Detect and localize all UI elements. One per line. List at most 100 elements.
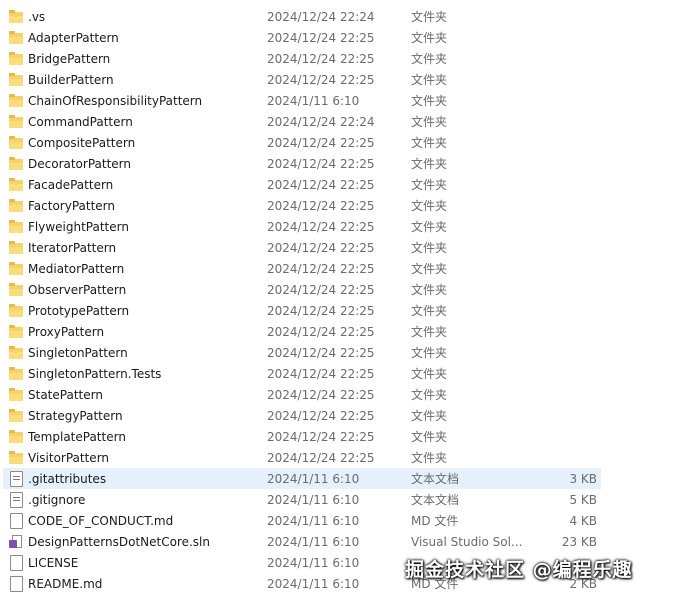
file-row[interactable]: AdapterPattern 2024/12/24 22:25 文件夹 — [3, 27, 601, 48]
file-name: CompositePattern — [28, 135, 136, 150]
file-type: 文件夹 — [411, 220, 448, 234]
file-date-modified: 2024/12/24 22:25 — [267, 303, 375, 318]
file-name: BridgePattern — [28, 51, 111, 66]
file-icon — [8, 513, 24, 529]
file-date-modified: 2024/12/24 22:25 — [267, 345, 375, 360]
file-row[interactable]: .gitattributes 2024/1/11 6:10 文本文档 3 KB — [3, 468, 601, 489]
folder-icon — [8, 156, 24, 171]
file-type: 文件夹 — [411, 430, 448, 444]
file-date-modified: 2024/12/24 22:25 — [267, 366, 375, 381]
folder-icon — [8, 30, 24, 45]
watermark: 掘金技术社区 @编程乐趣 — [405, 559, 633, 581]
file-row[interactable]: MediatorPattern 2024/12/24 22:25 文件夹 — [3, 258, 601, 279]
file-type: 文件夹 — [411, 346, 448, 360]
file-date-modified: 2024/12/24 22:24 — [267, 114, 375, 129]
file-list: .vs 2024/12/24 22:24 文件夹 AdapterPattern 2024… — [0, 6, 689, 594]
file-name: BuilderPattern — [28, 72, 114, 87]
file-name: FlyweightPattern — [28, 219, 129, 234]
file-type: 文件夹 — [411, 262, 448, 276]
file-row[interactable]: DecoratorPattern 2024/12/24 22:25 文件夹 — [3, 153, 601, 174]
file-type: 文件夹 — [411, 157, 448, 171]
folder-icon — [8, 51, 24, 66]
file-date-modified: 2024/1/11 6:10 — [267, 492, 360, 507]
file-row[interactable]: PrototypePattern 2024/12/24 22:25 文件夹 — [3, 300, 601, 321]
file-row[interactable]: BridgePattern 2024/12/24 22:25 文件夹 — [3, 48, 601, 69]
file-date-modified: 2024/12/24 22:25 — [267, 51, 375, 66]
file-row[interactable]: ProxyPattern 2024/12/24 22:25 文件夹 — [3, 321, 601, 342]
folder-icon — [8, 261, 24, 276]
file-name: PrototypePattern — [28, 303, 130, 318]
file-type: 文件夹 — [411, 136, 448, 150]
file-type: 文件夹 — [411, 73, 448, 87]
file-row[interactable]: .vs 2024/12/24 22:24 文件夹 — [3, 6, 601, 27]
folder-icon — [8, 177, 24, 192]
file-row[interactable]: StrategyPattern 2024/12/24 22:25 文件夹 — [3, 405, 601, 426]
folder-icon — [8, 219, 24, 234]
file-type: 文件夹 — [411, 115, 448, 129]
file-row[interactable]: FactoryPattern 2024/12/24 22:25 文件夹 — [3, 195, 601, 216]
file-date-modified: 2024/12/24 22:25 — [267, 219, 375, 234]
folder-icon — [8, 450, 24, 465]
file-type: 文件夹 — [411, 52, 448, 66]
file-date-modified: 2024/12/24 22:25 — [267, 261, 375, 276]
file-type: 文件夹 — [411, 304, 448, 318]
folder-icon — [8, 408, 24, 423]
file-row[interactable]: ObserverPattern 2024/12/24 22:25 文件夹 — [3, 279, 601, 300]
file-row[interactable]: BuilderPattern 2024/12/24 22:25 文件夹 — [3, 69, 601, 90]
file-row[interactable]: CommandPattern 2024/12/24 22:24 文件夹 — [3, 111, 601, 132]
folder-icon — [8, 345, 24, 360]
file-size: 3 KB — [569, 471, 597, 486]
file-name: StatePattern — [28, 387, 103, 402]
file-name: MediatorPattern — [28, 261, 125, 276]
file-date-modified: 2024/1/11 6:10 — [267, 534, 360, 549]
file-row[interactable]: StatePattern 2024/12/24 22:25 文件夹 — [3, 384, 601, 405]
file-size: 4 KB — [569, 513, 597, 528]
folder-icon — [8, 93, 24, 108]
file-size: 5 KB — [569, 492, 597, 507]
folder-icon — [8, 366, 24, 381]
file-row[interactable]: DesignPatternsDotNetCore.sln 2024/1/11 6:… — [3, 531, 601, 552]
file-date-modified: 2024/12/24 22:25 — [267, 156, 375, 171]
file-date-modified: 2024/12/24 22:25 — [267, 177, 375, 192]
file-date-modified: 2024/12/24 22:25 — [267, 324, 375, 339]
file-name: FactoryPattern — [28, 198, 116, 213]
file-row[interactable]: FacadePattern 2024/12/24 22:25 文件夹 — [3, 174, 601, 195]
file-type: 文件夹 — [411, 451, 448, 465]
file-size: 23 KB — [561, 534, 597, 549]
file-name: CommandPattern — [28, 114, 133, 129]
file-type: 文本文档 — [411, 493, 460, 507]
file-type: 文件夹 — [411, 283, 448, 297]
file-date-modified: 2024/12/24 22:25 — [267, 450, 375, 465]
file-type: 文本文档 — [411, 472, 460, 486]
file-row[interactable]: VisitorPattern 2024/12/24 22:25 文件夹 — [3, 447, 601, 468]
file-row[interactable]: CODE_OF_CONDUCT.md 2024/1/11 6:10 MD 文件 4 K… — [3, 510, 601, 531]
file-type: 文件夹 — [411, 31, 448, 45]
file-name: ChainOfResponsibilityPattern — [28, 93, 203, 108]
file-date-modified: 2024/1/11 6:10 — [267, 576, 360, 591]
file-name: SingletonPattern.Tests — [28, 366, 162, 381]
file-date-modified: 2024/1/11 6:10 — [267, 513, 360, 528]
folder-icon — [8, 324, 24, 339]
file-icon — [8, 576, 24, 592]
file-name: ObserverPattern — [28, 282, 127, 297]
file-type: 文件夹 — [411, 367, 448, 381]
file-icon — [8, 555, 24, 571]
file-row[interactable]: .gitignore 2024/1/11 6:10 文本文档 5 KB — [3, 489, 601, 510]
folder-icon — [8, 303, 24, 318]
file-row[interactable]: FlyweightPattern 2024/12/24 22:25 文件夹 — [3, 216, 601, 237]
file-date-modified: 2024/12/24 22:24 — [267, 9, 375, 24]
file-type: 文件夹 — [411, 94, 448, 108]
file-row[interactable]: SingletonPattern.Tests 2024/12/24 22:25 文件… — [3, 363, 601, 384]
file-row[interactable]: IteratorPattern 2024/12/24 22:25 文件夹 — [3, 237, 601, 258]
folder-icon — [8, 240, 24, 255]
file-date-modified: 2024/12/24 22:25 — [267, 72, 375, 87]
file-type: 文件夹 — [411, 178, 448, 192]
file-name: DesignPatternsDotNetCore.sln — [28, 534, 210, 549]
file-row[interactable]: SingletonPattern 2024/12/24 22:25 文件夹 — [3, 342, 601, 363]
file-name: .gitattributes — [28, 471, 107, 486]
file-type: 文件夹 — [411, 388, 448, 402]
file-row[interactable]: ChainOfResponsibilityPattern 2024/1/11 6:… — [3, 90, 601, 111]
file-row[interactable]: CompositePattern 2024/12/24 22:25 文件夹 — [3, 132, 601, 153]
file-row[interactable]: TemplatePattern 2024/12/24 22:25 文件夹 — [3, 426, 601, 447]
file-name: README.md — [28, 576, 103, 591]
